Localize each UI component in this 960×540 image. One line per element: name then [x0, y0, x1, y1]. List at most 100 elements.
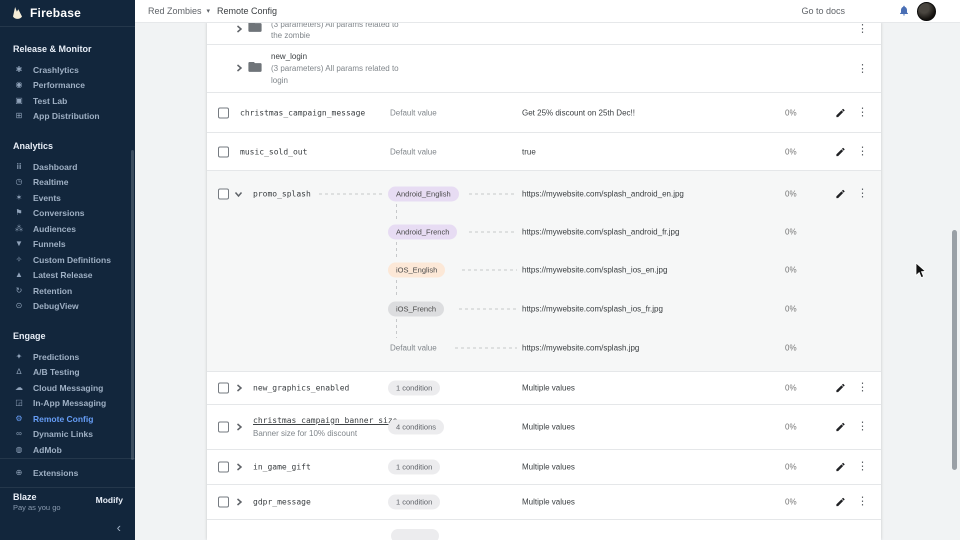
condition-pill-ios-english: iOS_English: [388, 263, 445, 278]
sidebar-item-label: Extensions: [33, 468, 78, 478]
overflow-menu-icon[interactable]: ⋮: [857, 64, 867, 75]
sidebar-item-performance[interactable]: ◉ Performance: [0, 78, 135, 94]
sidebar-scrollbar[interactable]: [131, 150, 134, 460]
sidebar-item-predictions[interactable]: ✦ Predictions: [0, 349, 135, 365]
project-selector[interactable]: Red Zombies ▾: [148, 0, 210, 22]
sidebar-item-crashlytics[interactable]: ✱ Crashlytics: [0, 62, 135, 78]
overflow-menu-icon[interactable]: ⋮: [857, 497, 867, 508]
variant-value: https://mywebsite.com/splash_ios_en.jpg: [522, 266, 667, 275]
sidebar-item-test-lab[interactable]: ▣ Test Lab: [0, 93, 135, 109]
sidebar-item-extensions[interactable]: ⊕ Extensions: [0, 458, 135, 487]
edit-pencil-icon[interactable]: [835, 422, 846, 433]
param-row-christmas-campaign-message: christmas_campaign_message Default value…: [207, 93, 881, 133]
project-name: Red Zombies: [148, 6, 202, 16]
overflow-menu-icon[interactable]: ⋮: [857, 24, 867, 35]
condition-count-pill: 1 condition: [388, 495, 440, 510]
row-checkbox[interactable]: [218, 146, 229, 157]
chevron-right-icon[interactable]: [235, 498, 243, 506]
sidebar-item-latest-release[interactable]: ▲ Latest Release: [0, 268, 135, 284]
chevron-right-icon[interactable]: [235, 463, 243, 471]
sidebar-item-events[interactable]: ✶ Events: [0, 190, 135, 206]
param-group-row-partial: (3 parameters) All params related to the…: [207, 22, 881, 45]
fetch-percent: 0%: [785, 305, 797, 314]
sidebar-item-cloud-messaging[interactable]: ☁ Cloud Messaging: [0, 380, 135, 396]
sidebar-item-admob[interactable]: ◍ AdMob: [0, 442, 135, 458]
latest-release-icon: ▲: [13, 271, 25, 279]
overflow-menu-icon[interactable]: ⋮: [857, 422, 867, 433]
user-avatar[interactable]: [917, 2, 936, 21]
overflow-menu-icon[interactable]: ⋮: [857, 146, 867, 157]
sidebar-item-realtime[interactable]: ◷ Realtime: [0, 175, 135, 191]
sidebar-item-remote-config[interactable]: ⚙ Remote Config: [0, 411, 135, 427]
group-description: login: [271, 75, 399, 87]
test-lab-icon: ▣: [13, 97, 25, 105]
firebase-flame-icon: [12, 6, 23, 20]
sidebar-item-in-app-messaging[interactable]: ◲ In-App Messaging: [0, 396, 135, 412]
chevron-down-icon[interactable]: [234, 190, 243, 199]
sidebar-item-debugview[interactable]: ⊙ DebugView: [0, 299, 135, 315]
edit-pencil-icon[interactable]: [835, 383, 846, 394]
notifications-bell-icon[interactable]: [898, 4, 910, 17]
sidebar-item-label: Audiences: [33, 224, 76, 234]
overflow-menu-icon[interactable]: ⋮: [857, 462, 867, 473]
chevron-right-icon[interactable]: [235, 25, 243, 33]
param-group-row-new-login: new_login (3 parameters) All params rela…: [207, 45, 881, 93]
param-name: promo_splash: [253, 190, 311, 199]
sidebar-item-label: Realtime: [33, 177, 68, 187]
group-description: (3 parameters) All params related to the…: [271, 22, 399, 41]
dashed-connector: [459, 309, 517, 310]
main-scrollbar[interactable]: [952, 230, 957, 470]
sidebar-item-label: Crashlytics: [33, 65, 79, 75]
fetch-percent: 0%: [785, 423, 797, 432]
sidebar-item-conversions[interactable]: ⚑ Conversions: [0, 206, 135, 222]
dashed-connector: [455, 348, 517, 349]
param-name-link[interactable]: christmas_campaign_banner_size: [253, 414, 398, 427]
sidebar-item-audiences[interactable]: ⁂ Audiences: [0, 221, 135, 237]
sidebar-item-ab-testing[interactable]: ∆ A/B Testing: [0, 365, 135, 381]
overflow-menu-icon[interactable]: ⋮: [857, 189, 867, 200]
edit-pencil-icon[interactable]: [835, 107, 846, 118]
condition-count-pill: [391, 529, 439, 540]
sidebar-item-app-distribution[interactable]: ⊞ App Distribution: [0, 109, 135, 125]
row-checkbox[interactable]: [218, 189, 229, 200]
conversions-icon: ⚑: [13, 209, 25, 217]
sidebar-item-dashboard[interactable]: ⅲ Dashboard: [0, 159, 135, 175]
dashed-connector-vertical: [396, 319, 397, 338]
overflow-menu-icon[interactable]: ⋮: [857, 383, 867, 394]
firebase-logo-bar[interactable]: Firebase: [0, 0, 135, 27]
modify-plan-button[interactable]: Modify: [96, 495, 123, 505]
go-to-docs-link[interactable]: Go to docs: [801, 0, 845, 22]
dashed-connector-vertical: [396, 204, 397, 221]
sidebar-item-custom-definitions[interactable]: ✧ Custom Definitions: [0, 252, 135, 268]
default-value-label: Default value: [390, 344, 437, 353]
edit-pencil-icon[interactable]: [835, 189, 846, 200]
param-value: Multiple values: [522, 463, 575, 472]
remote-config-table: (3 parameters) All params related to the…: [207, 22, 881, 540]
row-checkbox[interactable]: [218, 497, 229, 508]
edit-pencil-icon[interactable]: [835, 462, 846, 473]
sidebar-item-retention[interactable]: ↻ Retention: [0, 283, 135, 299]
overflow-menu-icon[interactable]: ⋮: [857, 107, 867, 118]
default-value-label: Default value: [390, 108, 437, 117]
row-checkbox[interactable]: [218, 383, 229, 394]
edit-pencil-icon[interactable]: [835, 146, 846, 157]
sidebar-item-funnels[interactable]: ▼ Funnels: [0, 237, 135, 253]
app-distribution-icon: ⊞: [13, 112, 25, 120]
chevron-right-icon[interactable]: [235, 384, 243, 392]
row-checkbox[interactable]: [218, 462, 229, 473]
chevron-right-icon[interactable]: [235, 423, 243, 431]
chevron-right-icon[interactable]: [235, 64, 243, 72]
variant-value: https://mywebsite.com/splash_android_fr.…: [522, 228, 679, 237]
condition-pill-android-english: Android_English: [388, 187, 459, 202]
sidebar: Firebase Release & Monitor ✱ Crashlytics…: [0, 0, 135, 540]
sidebar-item-label: Predictions: [33, 352, 79, 362]
sidebar-item-dynamic-links[interactable]: ∞ Dynamic Links: [0, 427, 135, 443]
row-checkbox[interactable]: [218, 422, 229, 433]
sidebar-item-label: Performance: [33, 80, 85, 90]
condition-count-pill: 1 condition: [388, 460, 440, 475]
row-checkbox[interactable]: [218, 107, 229, 118]
group-name: new_login: [271, 51, 399, 63]
sidebar-collapse-button[interactable]: ‹: [0, 518, 135, 540]
crashlytics-icon: ✱: [13, 66, 25, 74]
edit-pencil-icon[interactable]: [835, 497, 846, 508]
